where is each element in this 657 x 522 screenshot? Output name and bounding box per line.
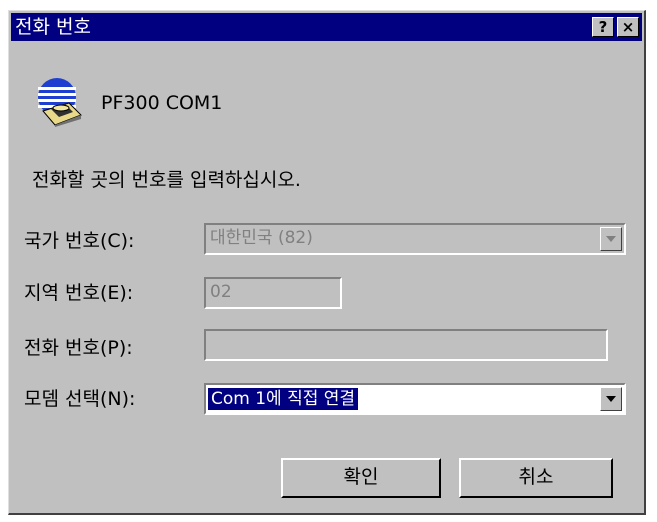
dialog-title: 전화 번호 [15, 16, 91, 38]
chevron-down-icon [606, 236, 616, 242]
ok-button[interactable]: 확인 [281, 458, 441, 498]
cancel-button[interactable]: 취소 [459, 458, 613, 498]
instruction-text: 전화할 곳의 번호를 입력하십시오. [32, 169, 301, 191]
country-code-value: 대한민국 (82) [210, 228, 313, 248]
modem-phone-icon [38, 78, 82, 127]
area-code-label: 지역 번호(E): [24, 282, 134, 304]
phone-number-label: 전화 번호(P): [24, 337, 133, 359]
country-dropdown-button[interactable] [600, 227, 622, 251]
phone-number-input[interactable] [204, 329, 608, 361]
modem-select[interactable]: Com 1에 직접 연결 [204, 383, 626, 415]
country-code-select[interactable]: 대한민국 (82) [204, 223, 626, 255]
modem-dropdown-button[interactable] [600, 387, 622, 411]
modem-select-label: 모뎀 선택(N): [24, 388, 136, 410]
modem-select-value: Com 1에 직접 연결 [208, 388, 359, 410]
area-code-input[interactable]: 02 [204, 277, 342, 309]
modem-name: PF300 COM1 [101, 92, 223, 114]
country-code-label: 국가 번호(C): [24, 230, 135, 252]
close-button[interactable]: × [617, 17, 639, 37]
phone-number-dialog: 전화 번호 ? × PF300 COM1 전화할 곳의 번호를 입력하십시오. … [8, 10, 646, 515]
help-button[interactable]: ? [592, 17, 614, 37]
chevron-down-icon [606, 396, 616, 402]
title-bar: 전화 번호 ? × [11, 13, 642, 41]
area-code-value: 02 [210, 282, 232, 302]
